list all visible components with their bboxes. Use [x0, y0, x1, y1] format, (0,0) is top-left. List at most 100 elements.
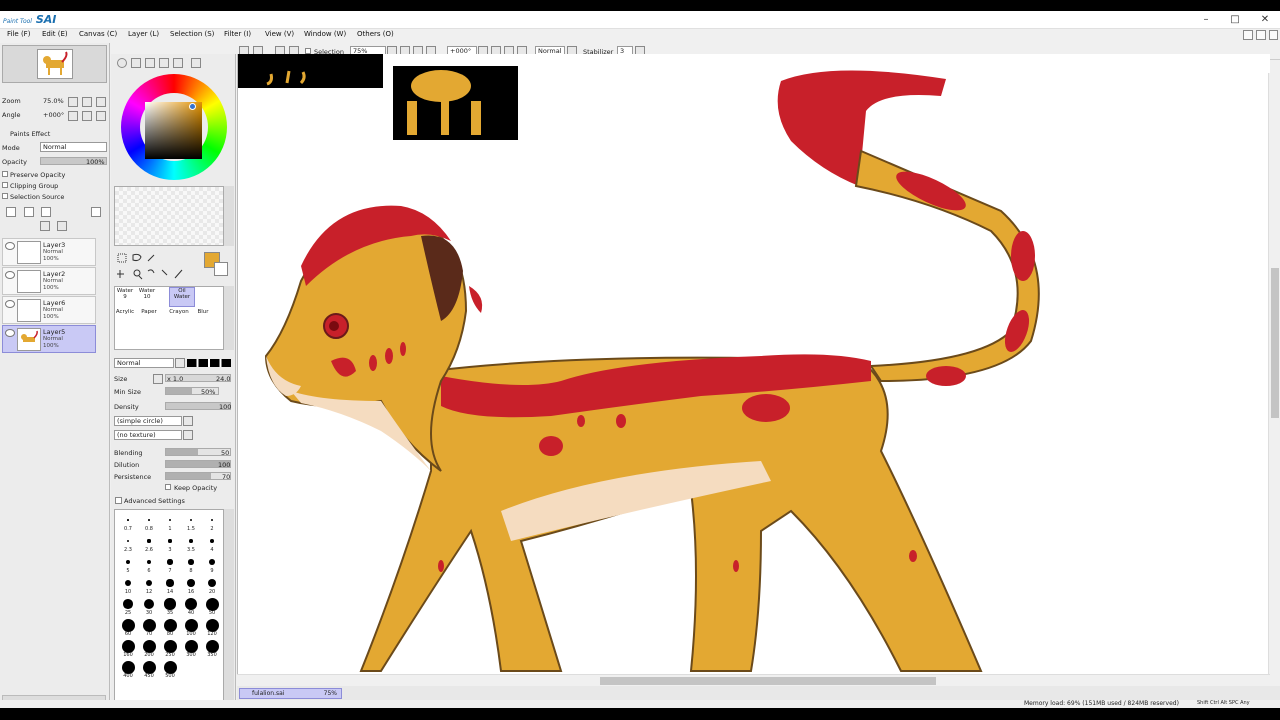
color-picker-cursor[interactable] [189, 103, 196, 110]
brush-size-dot[interactable] [168, 539, 172, 543]
tool-water-9[interactable]: Water 9 [115, 288, 135, 308]
keep-opacity-checkbox[interactable] [165, 484, 171, 490]
brush-size-dot[interactable] [147, 539, 151, 543]
brush-size-dot[interactable] [188, 559, 194, 565]
brush-size-dot[interactable] [145, 579, 153, 587]
mdi-close-button[interactable] [1269, 30, 1278, 40]
eye-icon[interactable] [5, 271, 15, 279]
brush-size-dot[interactable] [125, 559, 131, 565]
new-folder-icon[interactable] [41, 207, 51, 217]
brush-size-dot[interactable] [184, 597, 197, 610]
brush-size-dot[interactable] [142, 639, 156, 653]
saturation-value-picker[interactable] [145, 102, 202, 159]
maximize-button[interactable]: □ [1225, 13, 1245, 27]
tool-oil-water[interactable]: Oil Water [169, 287, 195, 307]
brush-blend-select[interactable]: Normal [114, 358, 174, 368]
hsv-slider-icon[interactable] [145, 58, 155, 68]
advanced-settings-toggle[interactable] [115, 497, 122, 504]
color-wheel-icon[interactable] [117, 58, 127, 68]
brush-size-dot[interactable] [163, 639, 177, 653]
scratchpad-area[interactable] [114, 186, 224, 246]
menu-view[interactable]: View (V) [265, 30, 294, 38]
brush-size-dot[interactable] [164, 598, 176, 610]
delete-layer-icon[interactable] [57, 221, 67, 231]
merge-layer-icon[interactable] [40, 221, 50, 231]
rotate-left-button[interactable] [68, 111, 78, 121]
eye-icon[interactable] [5, 329, 15, 337]
brush-size-dot[interactable] [143, 598, 155, 610]
layer-item[interactable]: Layer3 Normal 100% [2, 238, 96, 266]
menu-file[interactable]: File (F) [7, 30, 30, 38]
new-linework-layer-icon[interactable] [24, 207, 34, 217]
tool-water-10[interactable]: Water 10 [137, 288, 157, 308]
brush-size-dot[interactable] [205, 639, 219, 653]
preserve-opacity-checkbox[interactable] [2, 171, 8, 177]
brush-size-dot[interactable] [187, 579, 195, 587]
zoom-out-button[interactable] [68, 97, 78, 107]
brush-size-dot[interactable] [184, 639, 198, 653]
tool-paper[interactable]: Paper [139, 309, 159, 329]
brush-size-dot[interactable] [210, 539, 214, 543]
vertical-scrollbar[interactable] [1268, 73, 1280, 677]
brush-size-dot[interactable] [121, 639, 135, 653]
mdi-maximize-button[interactable] [1256, 30, 1266, 40]
mdi-restore-button[interactable] [1243, 30, 1253, 40]
rotate-right-button[interactable] [82, 111, 92, 121]
new-layer-icon[interactable] [6, 207, 16, 217]
brush-size-dot[interactable] [148, 519, 150, 521]
eye-icon[interactable] [5, 242, 15, 250]
color-options-icon[interactable] [191, 58, 201, 68]
zoom-reset-button[interactable] [96, 97, 106, 107]
menu-selection[interactable]: Selection (S) [170, 30, 214, 38]
brush-edge-shapes[interactable] [187, 359, 231, 367]
brush-size-dot[interactable] [210, 518, 214, 522]
brush-size-dot[interactable] [142, 660, 156, 674]
zoom-in-button[interactable] [82, 97, 92, 107]
layer-item[interactable]: Layer6 Normal 100% [2, 296, 96, 324]
brush-size-dot[interactable] [127, 519, 129, 521]
brush-size-dot[interactable] [169, 519, 171, 521]
brush-size-dot[interactable] [205, 597, 219, 611]
paints-effect-header[interactable]: Paints Effect [10, 130, 50, 138]
brush-size-dot[interactable] [184, 618, 198, 632]
rgb-slider-icon[interactable] [131, 58, 141, 68]
tool-list-scrollbar[interactable] [224, 286, 234, 350]
brush-size-dot[interactable] [166, 579, 174, 587]
color-wheel[interactable] [121, 74, 227, 180]
layer-mask-icon[interactable] [91, 207, 101, 217]
vertical-scroll-thumb[interactable] [1271, 268, 1279, 418]
size-grid-scrollbar[interactable] [224, 509, 234, 705]
menu-canvas[interactable]: Canvas (C) [79, 30, 117, 38]
tool-acrylic[interactable]: Acrylic [115, 309, 135, 329]
layer-item[interactable]: Layer2 Normal 100% [2, 267, 96, 295]
rotate-reset-button[interactable] [96, 111, 106, 121]
brush-texture-select[interactable]: (no texture) [114, 430, 182, 440]
eye-icon[interactable] [5, 300, 15, 308]
brush-size-dot[interactable] [123, 599, 133, 609]
brush-size-dot[interactable] [163, 660, 177, 674]
texture-dropdown-icon[interactable] [183, 430, 193, 440]
blend-dropdown-icon[interactable] [175, 358, 185, 368]
tool-crayon[interactable]: Crayon [169, 309, 189, 329]
brush-size-dot[interactable] [205, 618, 219, 632]
advanced-settings-label[interactable]: Advanced Settings [124, 497, 185, 505]
drawing-canvas[interactable] [237, 54, 1270, 674]
brush-size-dot[interactable] [121, 660, 135, 674]
clipping-group-checkbox[interactable] [2, 182, 8, 188]
brush-size-dot[interactable] [124, 579, 131, 586]
menu-filter[interactable]: Filter (I) [224, 30, 251, 38]
document-tab[interactable]: fulalion.sai 75% [239, 688, 342, 699]
scratchpad-icon[interactable] [173, 58, 183, 68]
horizontal-scroll-thumb[interactable] [600, 677, 936, 685]
menu-layer[interactable]: Layer (L) [128, 30, 159, 38]
menu-edit[interactable]: Edit (E) [42, 30, 68, 38]
brush-size-dot[interactable] [167, 559, 173, 565]
tool-blur[interactable]: Blur [193, 309, 213, 329]
layer-mode-select[interactable]: Normal [40, 142, 107, 152]
brush-size-dot[interactable] [207, 578, 217, 588]
scratchpad-scrollbar[interactable] [224, 186, 234, 246]
brush-size-dot[interactable] [189, 539, 193, 543]
brush-size-dot[interactable] [121, 618, 135, 632]
layer-item-active[interactable]: Layer5 Normal 100% [2, 325, 96, 353]
brush-size-dot[interactable] [163, 618, 177, 632]
